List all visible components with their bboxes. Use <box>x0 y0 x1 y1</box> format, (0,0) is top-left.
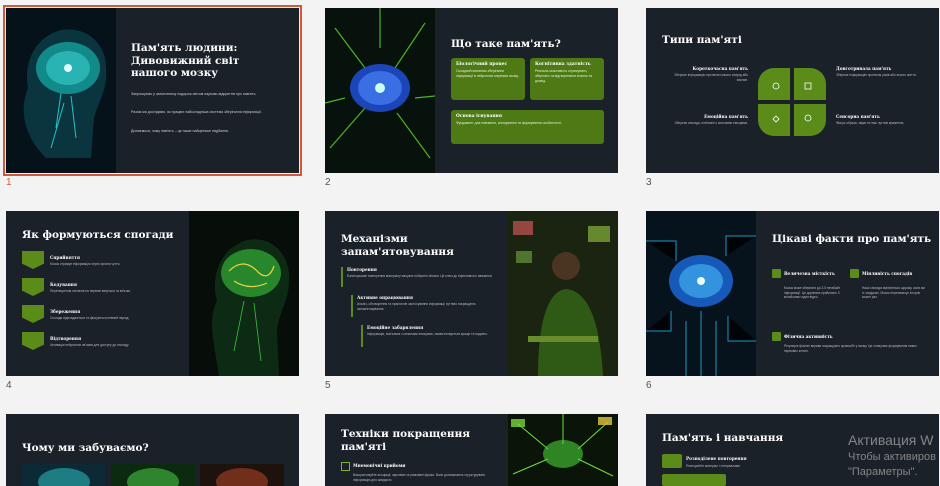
step-text: Активація нейронних зв'язків для доступу… <box>50 343 129 347</box>
slide-image-profile <box>189 211 299 376</box>
slide-title: Типи пам'яті <box>662 34 742 46</box>
activation-watermark-text: Чтобы активиров <box>848 451 936 463</box>
info-card: Когнітивна здатність Реальна можливість … <box>530 58 604 100</box>
item-marker <box>662 454 682 468</box>
slide-paragraph: Запрошуємо у захоплюючу подорож світом н… <box>131 92 257 96</box>
slide-paragraph: Разом ми дослідимо, як працює найскладні… <box>131 110 262 114</box>
card-title: Когнітивна здатність <box>535 62 591 67</box>
item-title: Розподілене повторення <box>686 456 747 461</box>
slide-image-person <box>508 211 618 376</box>
activation-watermark-text: "Параметры". <box>848 466 918 478</box>
fact-title: Мінливість спогадів <box>862 271 913 276</box>
item-bar <box>351 295 353 317</box>
step-marker <box>22 278 44 296</box>
type-title: Довготривала пам'ять <box>836 66 892 71</box>
slide-thumbnail-6[interactable]: Цікаві факти про пам'ять Величезна містк… <box>646 211 939 376</box>
step-text: Перетворення сигналів на нервові імпульс… <box>50 289 131 293</box>
card-title: Основа існування <box>456 114 502 119</box>
type-text: Зберігає інформацію протягом кількох сек… <box>674 73 748 82</box>
type-title: Сенсорна пам'ять <box>836 114 880 119</box>
slide-number: 6 <box>646 380 652 391</box>
fact-icon <box>772 332 781 341</box>
info-card: Біологічний процес Складний механізм збе… <box>451 58 525 100</box>
technique-icon <box>341 462 350 471</box>
slide-number: 3 <box>646 177 652 188</box>
fact-title: Величезна місткість <box>784 271 835 276</box>
slide-title: Пам'ять людини: Дивовижний світ нашого м… <box>131 42 240 80</box>
type-title: Емоційна пам'ять <box>704 114 748 119</box>
slide-image-strip <box>22 464 284 486</box>
slide-thumbnail-1[interactable]: Пам'ять людини: Дивовижний світ нашого м… <box>3 5 302 176</box>
step-marker <box>22 251 44 269</box>
slide-number: 1 <box>6 177 12 188</box>
slide-paragraph: Дізнаємося, чому пам'ять – це наше найці… <box>131 129 229 133</box>
slide-thumbnail-8[interactable]: Техніки покращення пам'яті Мнемонічні пр… <box>325 414 618 486</box>
card-text: Складний механізм зберігання інформації … <box>456 69 519 78</box>
card-title: Біологічний процес <box>456 62 508 67</box>
step-text: Мозок отримує інформацію через органи чу… <box>50 262 121 266</box>
item-bar <box>341 267 343 287</box>
fact-title: Фізична активність <box>784 334 833 339</box>
info-card: Основа існування Фундамент для навчання,… <box>451 110 604 144</box>
slide-title: Чому ми забуваємо? <box>22 442 149 454</box>
item-title: Активне опрацювання <box>357 295 413 300</box>
slide-title: Пам'ять і навчання <box>662 432 784 444</box>
slide-thumbnail-7[interactable]: Чому ми забуваємо? <box>6 414 299 486</box>
slide-title: Як формуються спогади <box>22 229 174 241</box>
step-title: Відтворення <box>50 336 82 341</box>
type-text: Фіксує образи, звуки та інші чуттєві вра… <box>836 121 905 125</box>
slide-image-network <box>508 414 618 486</box>
step-text: Спогади відкладаються та фіксуються певн… <box>50 316 130 320</box>
card-text: Реальна можливість отримувати, зберігати… <box>535 69 593 83</box>
slide-image-head <box>6 8 116 173</box>
card-text: Фундамент для навчання, спілкування та ф… <box>456 121 563 125</box>
item-marker <box>662 474 726 486</box>
clover-diagram <box>758 68 826 136</box>
slide-thumbnail-3[interactable]: Типи пам'яті Короткочасна пам'ять Зберіг… <box>646 8 939 173</box>
slide-number: 2 <box>325 177 331 188</box>
fact-text: Наші спогади змінюються щоразу, коли ми … <box>862 286 925 300</box>
slide-thumbnail-4[interactable]: Як формуються спогади Сприйняття Мозок о… <box>6 211 299 376</box>
item-title: Мнемонічні прийоми <box>353 463 406 468</box>
item-bar <box>361 325 363 347</box>
item-text: Повторюйте матеріал з інтервалами <box>686 464 740 468</box>
item-title: Повторення <box>347 267 377 272</box>
step-title: Сприйняття <box>50 255 80 260</box>
slide-title: Механізми запам'ятовування <box>341 233 454 258</box>
slide-title: Техніки покращення пам'яті <box>341 428 471 453</box>
type-text: Зберігає спогади, пов'язані з сильними е… <box>674 121 748 125</box>
slide-title: Цікаві факти про пам'ять <box>772 233 932 245</box>
slide-image-brain <box>325 8 435 173</box>
fact-icon <box>850 269 859 278</box>
type-text: Зберігає інформацію протягом років або в… <box>836 73 917 77</box>
fact-text: Регулярні фізичні вправи покращують кров… <box>784 344 917 353</box>
slide-image-circuit-brain <box>646 211 756 376</box>
fact-text: Мозок може зберігати до 2,5 петабайт інф… <box>784 286 841 300</box>
step-marker <box>22 305 44 323</box>
item-text: Інформація, пов'язана з сильними емоціям… <box>367 332 488 336</box>
slide-title: Що таке пам'ять? <box>451 38 561 50</box>
item-text: Використовуйте асоціації, акроніми та ри… <box>353 473 486 482</box>
fact-icon <box>772 269 781 278</box>
slide-number: 5 <box>325 380 331 391</box>
step-marker <box>22 332 44 350</box>
slide-number: 4 <box>6 380 12 391</box>
item-text: Багаторазове повторення матеріалу зміцню… <box>347 274 493 278</box>
type-title: Короткочасна пам'ять <box>692 66 748 71</box>
step-title: Збереження <box>50 309 81 314</box>
slide-thumbnail-2[interactable]: Що таке пам'ять? Біологічний процес Скла… <box>325 8 618 173</box>
item-title: Емоційне забарвлення <box>367 325 424 330</box>
item-text: Аналіз, обговорення та практичне застосу… <box>357 302 476 311</box>
slide-thumbnail-5[interactable]: Механізми запам'ятовування Повторення Ба… <box>325 211 618 376</box>
activation-watermark-title: Активация W <box>848 432 934 448</box>
step-title: Кодування <box>50 282 77 287</box>
